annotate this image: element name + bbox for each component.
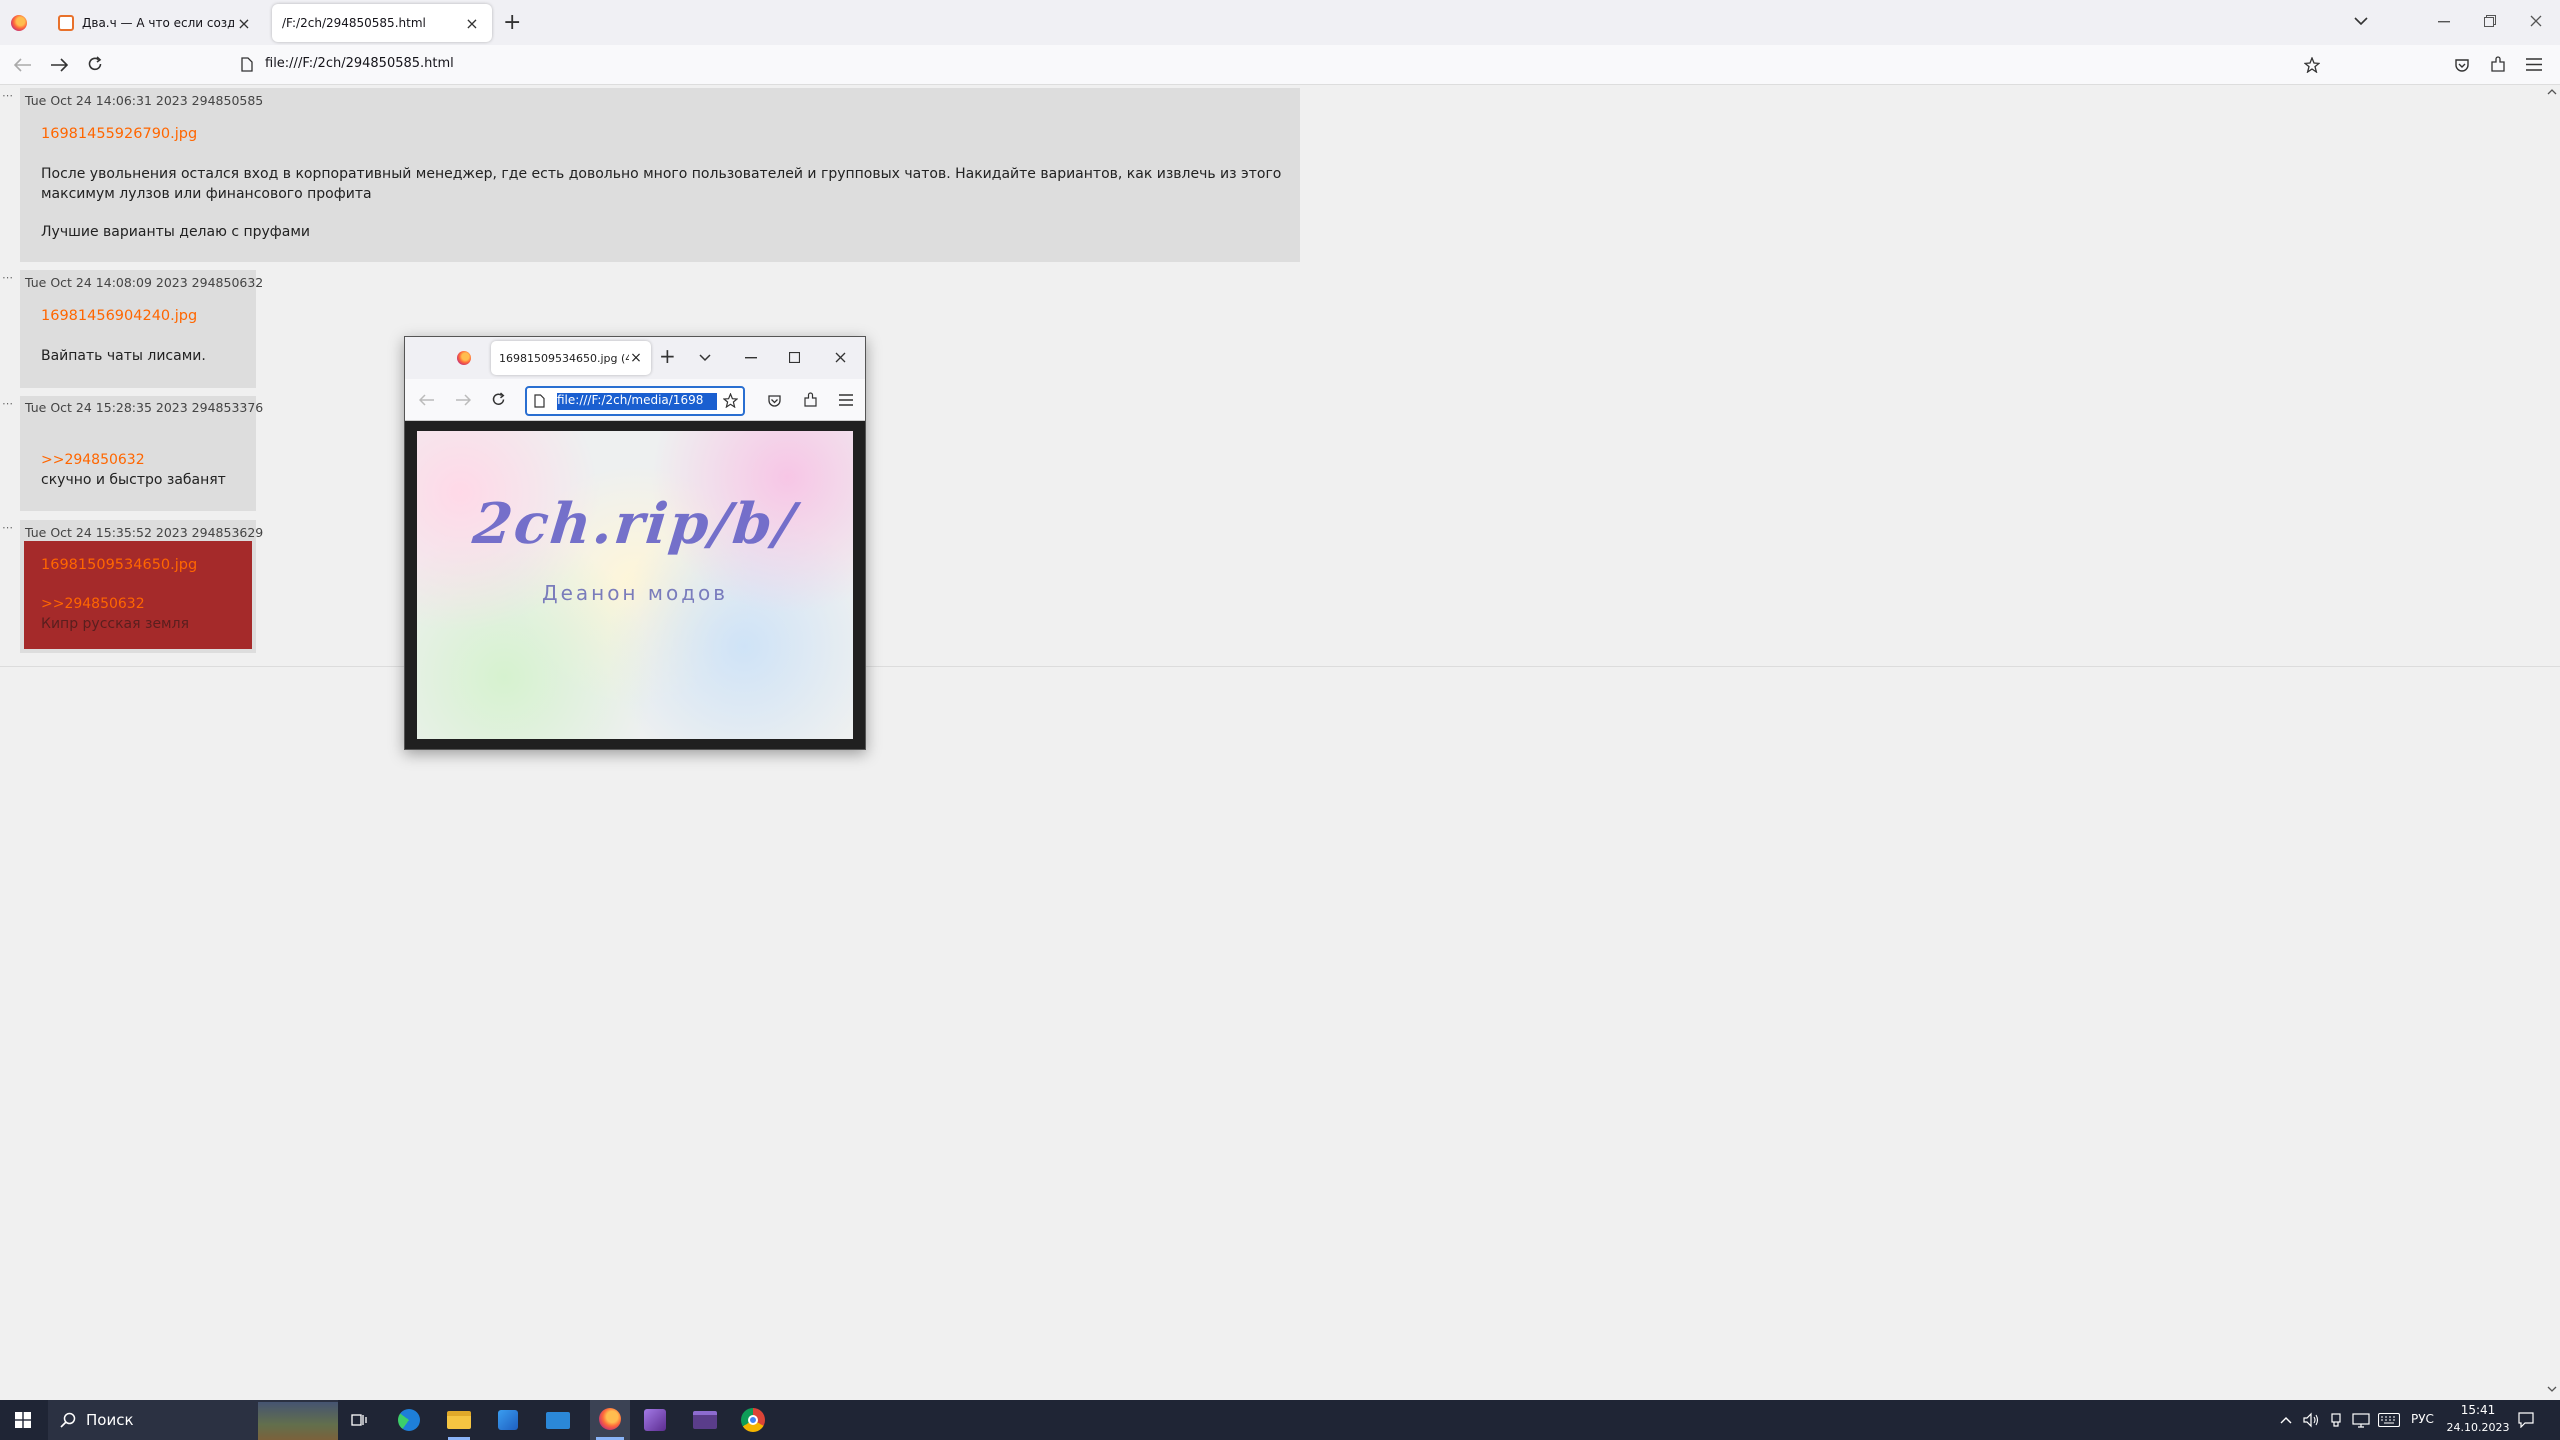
tab-label: Два.ч — А что если создать бо [82, 16, 234, 30]
post-text-line: максимум лулзов или финансового профита [41, 186, 372, 202]
tab-strip: Два.ч — А что если создать бо × /F:/2ch/… [0, 0, 2560, 45]
image-text-main: 2ch.rip/b/ [469, 491, 801, 557]
search-icon [60, 1412, 76, 1428]
restore-icon[interactable] [2484, 15, 2496, 27]
post-header: Tue Oct 24 14:08:09 2023 294850632 [25, 275, 264, 290]
tab-label: /F:/2ch/294850585.html [282, 16, 426, 30]
post-header: Tue Oct 24 15:28:35 2023 294853376 [25, 400, 264, 415]
url-bar[interactable]: file:///F:/2ch/294850585.html [230, 49, 2350, 81]
post-menu-dots[interactable]: ⋯ [2, 89, 14, 102]
new-tab-button[interactable]: + [503, 10, 521, 35]
popup-url-text-selected: file:///F:/2ch/media/1698 [557, 393, 717, 410]
close-window-icon[interactable] [2530, 15, 2542, 27]
chrome-icon[interactable] [741, 1408, 765, 1432]
clock-time[interactable]: 15:41 [2458, 1403, 2498, 1417]
file-explorer-icon[interactable] [447, 1411, 471, 1429]
pocket-icon[interactable] [767, 393, 782, 408]
url-text: file:///F:/2ch/294850585.html [265, 56, 454, 71]
notifications-icon[interactable] [2518, 1412, 2534, 1428]
close-icon[interactable]: × [234, 14, 254, 33]
reload-icon[interactable] [491, 392, 506, 407]
post-file-link[interactable]: 16981509534650.jpg [41, 557, 197, 573]
search-highlight-image [258, 1402, 338, 1440]
tab-dvach-thread[interactable]: Два.ч — А что если создать бо × [48, 4, 264, 42]
post-menu-dots[interactable]: ⋯ [2, 271, 14, 284]
minimize-icon[interactable] [2438, 21, 2450, 23]
forward-arrow-icon[interactable] [50, 58, 68, 72]
close-window-icon[interactable] [835, 352, 846, 363]
chevron-down-icon[interactable] [699, 354, 711, 362]
chrome-center-icon [748, 1415, 758, 1425]
new-tab-button[interactable]: + [659, 344, 676, 368]
extensions-icon[interactable] [803, 392, 818, 408]
post-menu-dots[interactable]: ⋯ [2, 521, 14, 534]
post-text-line: После увольнения остался вход в корпорат… [41, 166, 1282, 182]
back-arrow-icon[interactable] [14, 58, 32, 72]
input-language[interactable]: РУС [2411, 1412, 2434, 1426]
task-view-icon[interactable] [351, 1412, 367, 1428]
firefox-logo-icon[interactable] [457, 351, 471, 365]
popup-tab[interactable]: 16981509534650.jpg (4 × [491, 341, 651, 375]
scroll-up-icon[interactable] [2547, 88, 2557, 95]
tab-label: 16981509534650.jpg (4 [499, 351, 629, 365]
firefox-logo-icon [599, 1408, 621, 1430]
extensions-icon[interactable] [2490, 56, 2506, 73]
post-menu-dots[interactable]: ⋯ [2, 397, 14, 410]
windows-start-icon[interactable] [15, 1412, 31, 1428]
scroll-down-icon[interactable] [2547, 1386, 2557, 1393]
mail-icon[interactable] [546, 1412, 570, 1429]
close-icon[interactable]: × [462, 14, 482, 33]
reply-link[interactable]: >>294850632 [41, 596, 145, 612]
reply-link[interactable]: >>294850632 [41, 452, 145, 468]
firefox-logo-icon[interactable] [11, 15, 27, 31]
edge-browser-icon[interactable] [398, 1409, 420, 1431]
post-header: Tue Oct 24 15:35:52 2023 294853629 [25, 525, 264, 540]
bookmark-star-icon[interactable] [2304, 57, 2320, 73]
popup-navigation-toolbar: file:///F:/2ch/media/1698 [405, 379, 865, 421]
usb-device-icon[interactable] [2328, 1412, 2344, 1428]
post-file-link[interactable]: 16981455926790.jpg [41, 126, 197, 142]
navigation-toolbar: file:///F:/2ch/294850585.html [0, 45, 2560, 85]
post-text-line: Кипр русская земля [41, 616, 189, 632]
post-file-link[interactable]: 16981456904240.jpg [41, 308, 197, 324]
image-text-sub: Деанон модов [541, 581, 729, 605]
firefox-taskbar-button[interactable] [590, 1400, 630, 1440]
reload-icon[interactable] [87, 56, 103, 72]
volume-icon[interactable] [2303, 1412, 2319, 1428]
page-divider [0, 666, 2560, 667]
tab-local-file[interactable]: /F:/2ch/294850585.html × [272, 4, 492, 42]
popup-url-bar[interactable]: file:///F:/2ch/media/1698 [525, 386, 745, 416]
post-text-line: скучно и быстро забанят [41, 472, 226, 488]
menu-icon[interactable] [839, 394, 853, 406]
maximize-icon[interactable] [789, 352, 800, 363]
popup-tab-strip: 16981509534650.jpg (4 × + [405, 337, 865, 379]
page-icon [534, 394, 545, 408]
image-popup-window: 16981509534650.jpg (4 × + file:///F:/2ch… [404, 336, 866, 750]
tray-chevron-up-icon[interactable] [2280, 1416, 2292, 1424]
terminal-app-icon[interactable] [693, 1411, 717, 1429]
dvach-favicon-icon [58, 15, 74, 31]
network-icon[interactable] [2352, 1412, 2370, 1428]
clock-date[interactable]: 24.10.2023 [2444, 1421, 2512, 1434]
microsoft-store-icon[interactable] [498, 1410, 518, 1430]
search-placeholder: Поиск [86, 1411, 134, 1429]
post-text-line: Лучшие варианты делаю с пруфами [41, 224, 311, 240]
menu-icon[interactable] [2526, 58, 2542, 71]
forward-arrow-icon[interactable] [455, 394, 471, 406]
chevron-down-icon[interactable] [2354, 16, 2368, 26]
keyboard-icon[interactable] [2378, 1413, 2400, 1427]
windows-taskbar: Поиск РУС 15:41 24.10.2023 [0, 1400, 2560, 1440]
bookmark-star-icon[interactable] [723, 393, 738, 408]
post-text-line: Вайпать чаты лисами. [41, 348, 206, 364]
pocket-icon[interactable] [2454, 57, 2470, 73]
visual-studio-icon[interactable] [644, 1409, 666, 1431]
post-header: Tue Oct 24 14:06:31 2023 294850585 [25, 93, 264, 108]
image-preview: 2ch.rip/b/ Деанон модов [417, 431, 853, 739]
minimize-icon[interactable] [745, 357, 757, 359]
back-arrow-icon[interactable] [419, 394, 435, 406]
taskbar-search-box[interactable]: Поиск [48, 1400, 338, 1440]
page-icon [241, 57, 253, 72]
close-icon[interactable]: × [629, 350, 643, 366]
